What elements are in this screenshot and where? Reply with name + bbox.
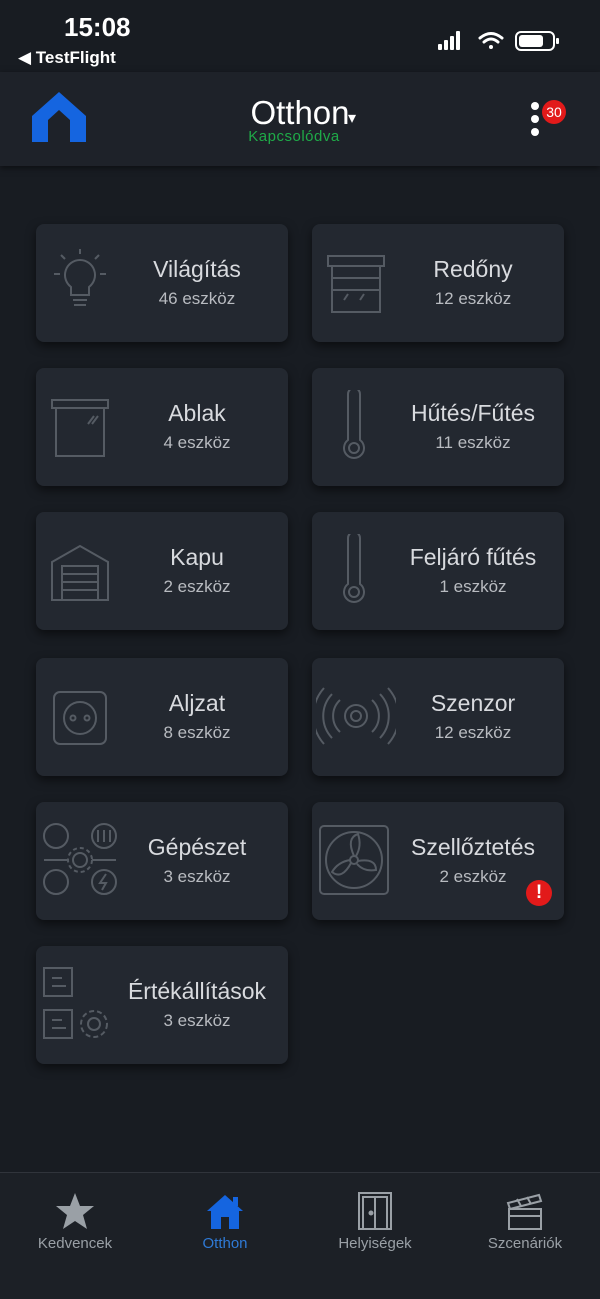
category-card-sensor[interactable]: Szenzor 12 eszköz [312,658,564,776]
category-grid: Világítás 46 eszköz Redőny 12 eszköz Abl… [0,0,600,1100]
category-card-ventilation[interactable]: Szellőztetés 2 eszköz ! [312,802,564,920]
window-icon [48,390,112,462]
thermometer-icon [324,387,388,462]
category-count: 4 eszköz [163,433,231,452]
category-count: 8 eszköz [163,723,231,742]
category-label: Értékállítások [127,978,267,1004]
socket-icon [48,680,112,752]
thermometer-icon [324,531,388,606]
category-card-lighting[interactable]: Világítás 46 eszköz [36,224,288,342]
tab-label: Otthon [202,1235,248,1252]
category-card-socket[interactable]: Aljzat 8 eszköz [36,658,288,776]
category-count: 46 eszköz [158,289,236,308]
tab-favorites[interactable]: Kedvencek [0,1191,150,1252]
clapperboard-icon [506,1193,543,1230]
category-card-value-settings[interactable]: Értékállítások 3 eszköz [36,946,288,1064]
category-label: Feljáró fűtés [409,544,537,570]
tab-scenarios[interactable]: Szcenáriók [450,1191,600,1252]
home-icon [207,1195,243,1229]
star-icon [56,1193,94,1229]
tab-rooms[interactable]: Helyiségek [300,1191,450,1252]
category-label: Redőny [433,256,513,282]
category-card-gate[interactable]: Kapu 2 eszköz [36,512,288,630]
tab-label: Kedvencek [37,1235,113,1252]
tab-home[interactable]: Otthon [150,1191,300,1252]
category-card-window[interactable]: Ablak 4 eszköz [36,368,288,486]
door-icon [358,1192,392,1230]
bottom-tab-bar: Kedvencek Otthon Helyiségek Szcenáriók [0,1172,600,1299]
category-card-driveway-heating[interactable]: Feljáró fűtés 1 eszköz [312,512,564,630]
lightbulb-icon [48,246,112,318]
category-count: 3 eszköz [163,867,231,886]
category-label: Hűtés/Fűtés [411,400,535,426]
garage-door-icon [48,534,112,606]
tab-label: Helyiségek [338,1235,412,1252]
category-count: 2 eszköz [163,577,231,596]
category-label: Világítás [153,256,241,282]
category-card-machinery[interactable]: Gépészet 3 eszköz [36,802,288,920]
category-label: Szellőztetés [410,834,535,860]
category-label: Kapu [170,544,224,570]
category-label: Szenzor [430,690,516,716]
category-card-shutter[interactable]: Redőny 12 eszköz [312,224,564,342]
category-card-climate[interactable]: Hűtés/Fűtés 11 eszköz [312,368,564,486]
alert-icon[interactable]: ! [526,880,552,906]
category-count: 12 eszköz [434,723,512,742]
category-label: Ablak [168,400,226,426]
category-label: Gépészet [147,834,247,860]
category-label: Aljzat [168,690,226,716]
category-count: 12 eszköz [434,289,512,308]
tab-label: Szcenáriók [487,1235,563,1252]
category-count: 3 eszköz [163,1011,231,1030]
category-count: 1 eszköz [439,577,507,596]
fan-icon [316,824,392,896]
shutter-icon [324,246,388,318]
category-count: 11 eszköz [435,433,511,452]
settings-values-icon [42,964,114,1044]
